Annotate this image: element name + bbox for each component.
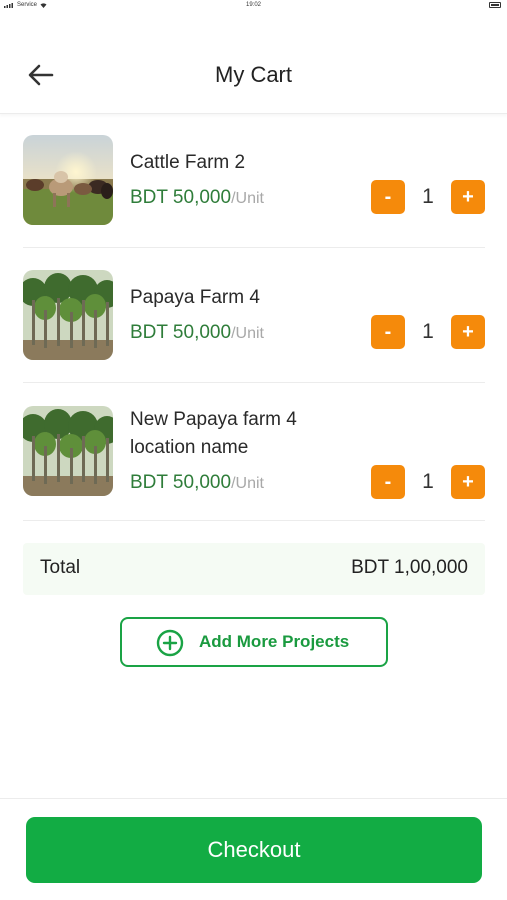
status-bar: Service 19:02 xyxy=(0,0,507,12)
battery-icon xyxy=(489,2,501,8)
price-amount: BDT 50,000 xyxy=(130,322,232,343)
price-unit: /Unit xyxy=(231,190,264,207)
cart-item: New Papaya farm 4 location name BDT 50,0… xyxy=(23,405,485,521)
decrease-quantity-button[interactable]: - xyxy=(371,180,405,214)
quantity-stepper: - 1 + xyxy=(371,180,485,214)
price-unit: /Unit xyxy=(231,475,264,492)
papaya-farm-image xyxy=(23,406,113,496)
status-right xyxy=(489,2,501,8)
add-more-label: Add More Projects xyxy=(199,632,350,651)
quantity-stepper: - 1 + xyxy=(371,315,485,349)
quantity-value: 1 xyxy=(422,470,434,493)
item-name: Cattle Farm 2 xyxy=(130,152,246,173)
item-name: New Papaya farm 4 location name xyxy=(130,409,297,458)
checkout-button[interactable]: Checkout xyxy=(26,817,482,883)
status-time: 19:02 xyxy=(245,2,261,8)
papaya-farm-image xyxy=(23,270,113,360)
decrease-quantity-button[interactable]: - xyxy=(371,465,405,499)
add-more-projects-button[interactable]: Add More Projects xyxy=(120,617,388,667)
item-price: BDT 50,000/Unit xyxy=(130,471,264,496)
app-header: My Cart xyxy=(0,30,507,114)
cart-item: Papaya Farm 4 BDT 50,000/Unit - 1 + xyxy=(23,270,485,383)
item-price: BDT 50,000/Unit xyxy=(130,186,264,211)
item-name: Papaya Farm 4 xyxy=(130,287,260,308)
price-amount: BDT 50,000 xyxy=(130,187,232,208)
quantity-stepper: - 1 + xyxy=(371,465,485,499)
cart-item: Cattle Farm 2 BDT 50,000/Unit - 1 + xyxy=(23,135,485,248)
decrease-quantity-button[interactable]: - xyxy=(371,315,405,349)
cattle-farm-image xyxy=(23,135,113,225)
price-amount: BDT 50,000 xyxy=(130,472,232,493)
page-title: My Cart xyxy=(215,62,292,87)
total-label: Total xyxy=(40,557,81,578)
plus-circle-icon xyxy=(156,629,184,657)
item-price: BDT 50,000/Unit xyxy=(130,321,264,346)
checkout-footer: Checkout xyxy=(0,798,507,900)
total-value: BDT 1,00,000 xyxy=(351,557,468,578)
increase-quantity-button[interactable]: + xyxy=(451,180,485,214)
total-summary: Total BDT 1,00,000 xyxy=(23,543,485,595)
increase-quantity-button[interactable]: + xyxy=(451,465,485,499)
increase-quantity-button[interactable]: + xyxy=(451,315,485,349)
quantity-value: 1 xyxy=(422,185,434,208)
quantity-value: 1 xyxy=(422,320,434,343)
price-unit: /Unit xyxy=(231,325,264,342)
